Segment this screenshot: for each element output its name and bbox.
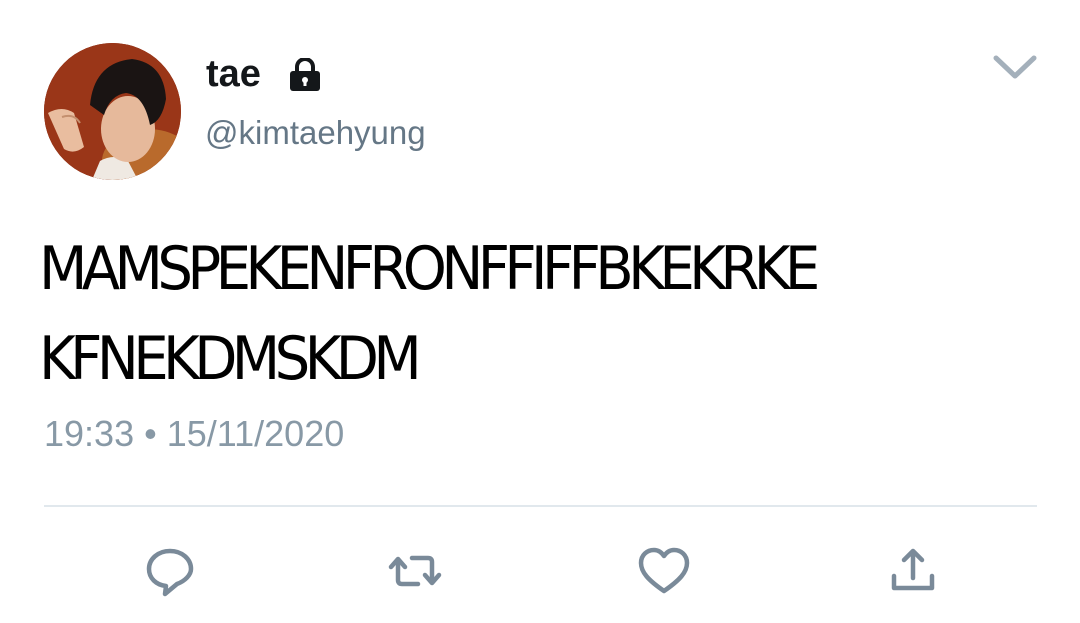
divider (44, 505, 1037, 507)
tweet-date: 15/11/2020 (166, 413, 345, 454)
retweet-button[interactable] (387, 543, 443, 599)
retweet-icon (388, 555, 442, 587)
tweet-text: MAMSPEKENFRONFFIFFBKEKRKE KFNEKDMSKDM (39, 224, 1049, 404)
avatar[interactable] (44, 43, 181, 180)
tweet-text-line: KFNEKDMSKDM (39, 324, 422, 394)
display-name[interactable]: tae (206, 52, 261, 96)
like-button[interactable] (636, 543, 692, 599)
share-button[interactable] (885, 543, 941, 599)
tweet-text-line: MAMSPEKENFRONFFIFFBKEKRKE (39, 234, 820, 304)
timestamp-separator: • (144, 413, 157, 454)
like-icon (638, 547, 690, 594)
tweet-timestamp[interactable]: 19:33 • 15/11/2020 (44, 413, 344, 455)
share-icon (891, 548, 935, 591)
tweet-time: 19:33 (44, 413, 135, 454)
chevron-down-icon[interactable] (992, 52, 1038, 82)
reply-icon (146, 548, 194, 597)
reply-button[interactable] (142, 543, 198, 599)
lock-icon (290, 58, 320, 91)
avatar-image (44, 43, 181, 180)
user-handle[interactable]: @kimtaehyung (205, 113, 426, 153)
